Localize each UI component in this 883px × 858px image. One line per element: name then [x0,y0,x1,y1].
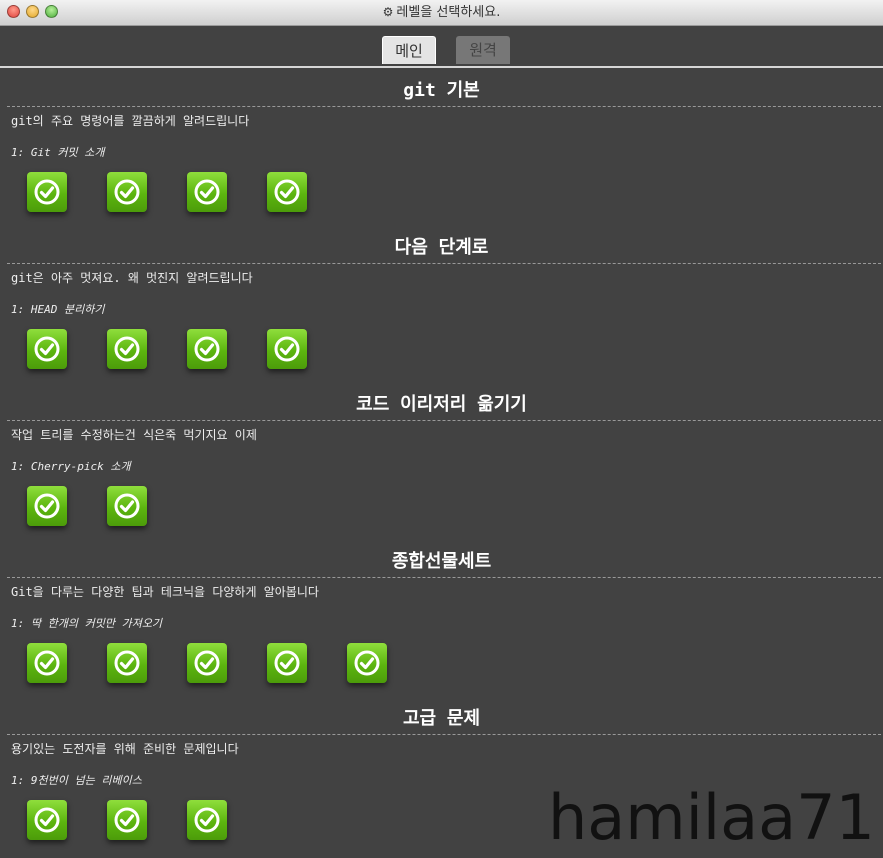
checkmark-icon [34,336,60,362]
section-level-label: 1: HEAD 분리하기 [11,303,105,316]
level-button-completed[interactable] [107,643,147,683]
checkmark-icon [34,807,60,833]
tab-remote[interactable]: 원격 [456,36,510,64]
level-button-completed[interactable] [187,172,227,212]
level-button-completed[interactable] [27,486,67,526]
section-level-label: 1: 딱 한개의 커밋만 가져오기 [11,617,163,630]
tab-main[interactable]: 메인 [382,36,436,64]
section-title: 고급 문제 [402,708,481,729]
section-divider [7,734,881,735]
level-button-completed[interactable] [347,643,387,683]
level-button-completed[interactable] [267,329,307,369]
section-title: git 기본 [403,80,480,101]
level-button-completed[interactable] [27,329,67,369]
section-divider [7,106,881,107]
level-button-completed[interactable] [27,643,67,683]
window-titlebar: ⚙ 레벨을 선택하세요. [0,0,883,26]
section-level-label: 1: 9천번이 넘는 리베이스 [11,774,142,787]
checkmark-icon [114,336,140,362]
section-level-label: 1: Cherry-pick 소개 [11,460,131,473]
section-title: 코드 이리저리 옮기기 [356,394,527,415]
checkmark-icon [114,493,140,519]
section-description: git은 아주 멋져요. 왜 멋진지 알려드립니다 [11,271,253,285]
checkmark-icon [114,807,140,833]
window-title: ⚙ 레벨을 선택하세요. [0,0,883,25]
watermark-text: hamilaa71 [547,781,875,854]
checkmark-icon [34,179,60,205]
checkmark-icon [34,493,60,519]
gear-icon: ⚙ [382,5,394,19]
level-button-completed[interactable] [187,643,227,683]
section-divider [7,577,881,578]
level-button-completed[interactable] [27,172,67,212]
section-title: 종합선물세트 [391,551,492,572]
checkmark-icon [274,650,300,676]
checkmark-icon [274,336,300,362]
section-description: git의 주요 명령어를 깔끔하게 알려드립니다 [11,114,250,128]
checkmark-icon [274,179,300,205]
window-title-text: 레벨을 선택하세요. [396,5,501,20]
section-title: 다음 단계로 [394,237,489,258]
level-button-completed[interactable] [107,486,147,526]
checkmark-icon [114,179,140,205]
checkmark-icon [194,807,220,833]
level-button-completed[interactable] [267,643,307,683]
section-description: 용기있는 도전자를 위해 준비한 문제입니다 [11,742,239,756]
level-button-completed[interactable] [107,172,147,212]
checkmark-icon [194,179,220,205]
tab-bar: 메인 원격 [0,26,883,68]
level-button-completed[interactable] [187,800,227,840]
checkmark-icon [354,650,380,676]
section-description: Git을 다루는 다양한 팁과 테크닉을 다양하게 알아봅니다 [11,585,319,599]
section-description: 작업 트리를 수정하는건 식은죽 먹기지요 이제 [11,428,257,442]
section-divider [7,263,881,264]
section-divider [7,420,881,421]
level-button-completed[interactable] [187,329,227,369]
checkmark-icon [194,336,220,362]
level-button-completed[interactable] [107,800,147,840]
level-button-completed[interactable] [267,172,307,212]
checkmark-icon [194,650,220,676]
checkmark-icon [114,650,140,676]
checkmark-icon [34,650,60,676]
level-button-completed[interactable] [107,329,147,369]
section-level-label: 1: Git 커밋 소개 [11,146,105,159]
level-button-completed[interactable] [27,800,67,840]
